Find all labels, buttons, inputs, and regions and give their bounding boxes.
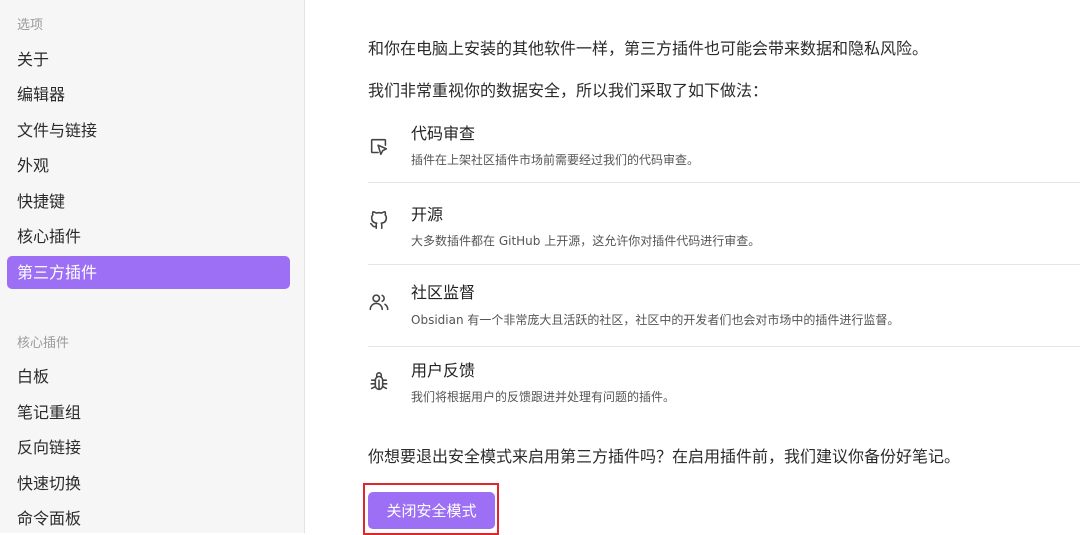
feature-description: 插件在上架社区插件市场前需要经过我们的代码审查。: [411, 153, 700, 167]
measures-intro-text: 我们非常重视你的数据安全，所以我们采取了如下做法：: [368, 81, 769, 100]
sidebar-item-community-plugins[interactable]: 第三方插件: [7, 256, 290, 289]
sidebar-item-backlinks[interactable]: 反向链接: [7, 431, 290, 464]
turn-off-safe-mode-button[interactable]: 关闭安全模式: [368, 492, 495, 529]
github-icon: [368, 209, 390, 231]
sidebar-item-editor[interactable]: 编辑器: [7, 78, 290, 111]
feature-description: 我们将根据用户的反馈跟进并处理有问题的插件。: [411, 390, 676, 404]
feature-title: 开源: [411, 205, 444, 224]
sidebar-section-header-options: 选项: [17, 18, 44, 33]
feature-open-source: 开源 大多数插件都在 GitHub 上开源，这允许你对插件代码进行审查。: [368, 183, 1080, 265]
sidebar-item-hotkeys[interactable]: 快捷键: [7, 185, 290, 218]
sidebar-item-appearance[interactable]: 外观: [7, 149, 290, 182]
sidebar-item-quick-switcher[interactable]: 快速切换: [7, 467, 290, 500]
feature-user-feedback: 用户反馈 我们将根据用户的反馈跟进并处理有问题的插件。: [368, 347, 1080, 429]
sidebar-section-header-core-plugins: 核心插件: [17, 336, 70, 351]
sidebar-item-note-composer[interactable]: 笔记重组: [7, 396, 290, 429]
feature-title: 用户反馈: [411, 361, 476, 380]
settings-sidebar: 选项 关于 编辑器 文件与链接 外观 快捷键 核心插件 第三方插件 核心插件 白…: [0, 0, 305, 533]
sidebar-item-about[interactable]: 关于: [7, 43, 290, 76]
feature-title: 社区监督: [411, 283, 476, 302]
sidebar-item-files-links[interactable]: 文件与链接: [7, 114, 290, 147]
feature-code-review: 代码审查 插件在上架社区插件市场前需要经过我们的代码审查。: [368, 101, 1080, 183]
code-review-icon: [368, 136, 390, 158]
feature-community-oversight: 社区监督 Obsidian 有一个非常庞大且活跃的社区，社区中的开发者们也会对市…: [368, 265, 1080, 347]
users-icon: [368, 291, 390, 313]
sidebar-item-canvas[interactable]: 白板: [7, 360, 290, 393]
feature-title: 代码审查: [411, 124, 476, 143]
sidebar-item-core-plugins[interactable]: 核心插件: [7, 220, 290, 253]
community-plugins-panel: 和你在电脑上安装的其他软件一样，第三方插件也可能会带来数据和隐私风险。 我们非常…: [305, 0, 1080, 533]
sidebar-item-command-palette[interactable]: 命令面板: [7, 502, 290, 535]
bug-icon: [368, 371, 390, 393]
risk-intro-text: 和你在电脑上安装的其他软件一样，第三方插件也可能会带来数据和隐私风险。: [368, 39, 929, 58]
feature-description: Obsidian 有一个非常庞大且活跃的社区，社区中的开发者们也会对市场中的插件…: [411, 313, 900, 327]
safe-mode-question-text: 你想要退出安全模式来启用第三方插件吗？在启用插件前，我们建议你备份好笔记。: [368, 447, 961, 466]
feature-description: 大多数插件都在 GitHub 上开源，这允许你对插件代码进行审查。: [411, 234, 761, 248]
